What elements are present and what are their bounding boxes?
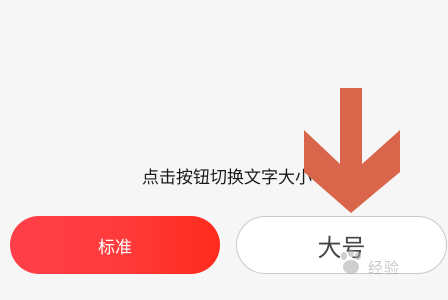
down-arrow-icon — [304, 88, 400, 213]
watermark-text: 经验 — [368, 259, 401, 277]
standard-size-button[interactable]: 标准 — [10, 216, 220, 274]
font-size-settings-screen: 点击按钮切换文字大小 标准 大号 经验 — [0, 0, 448, 300]
baidu-paw-icon — [341, 249, 361, 274]
watermark: 经验 — [336, 247, 446, 283]
standard-size-label: 标准 — [98, 237, 132, 258]
